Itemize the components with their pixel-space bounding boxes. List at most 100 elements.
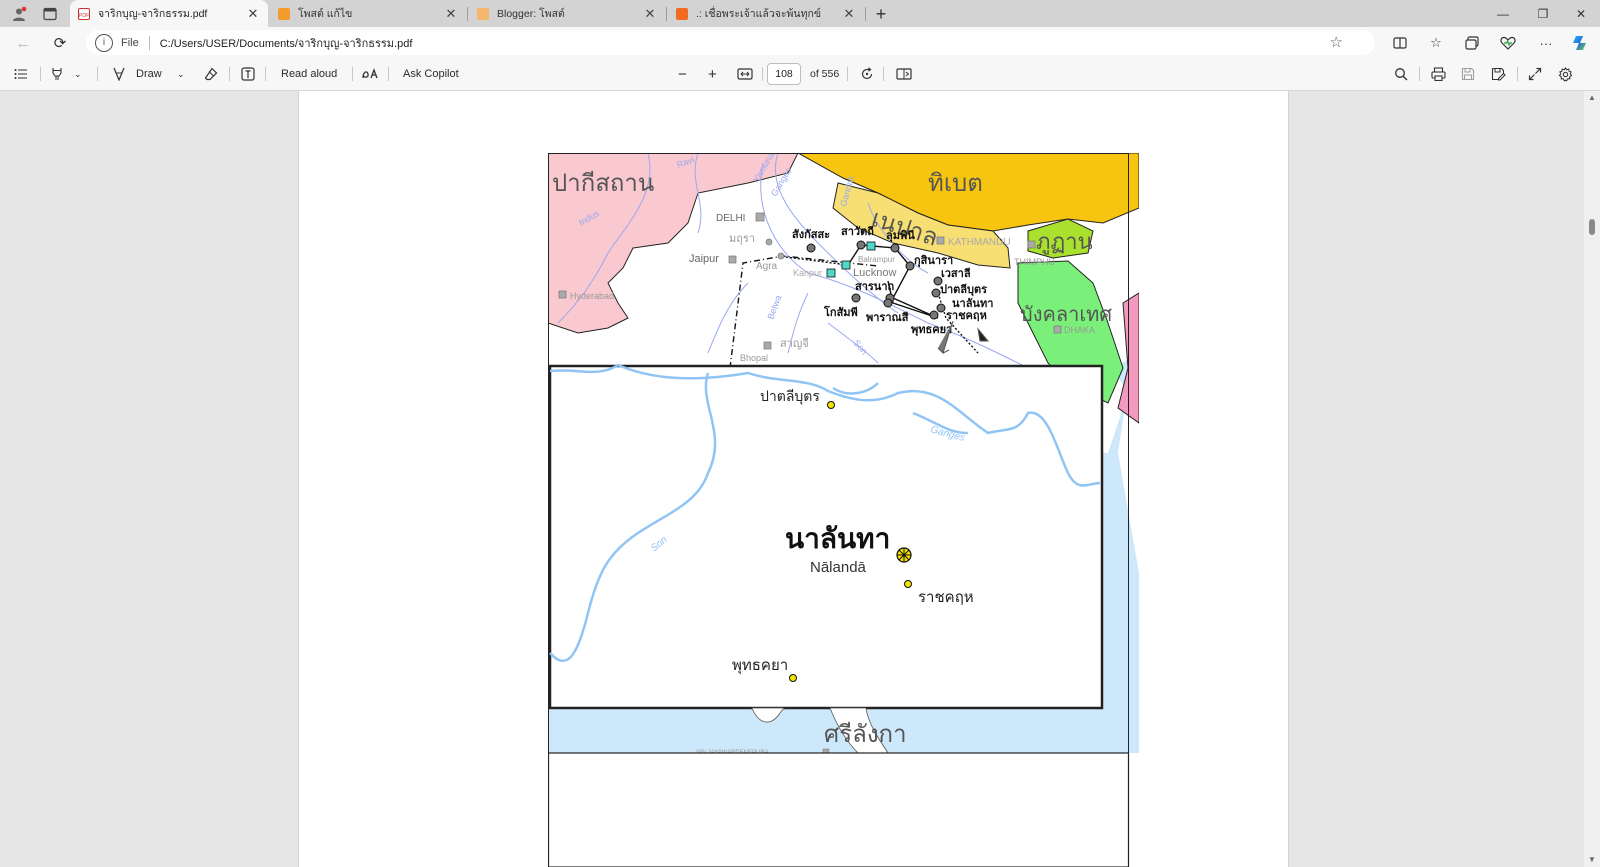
profile-icon[interactable] — [9, 4, 29, 24]
page-number-input[interactable]: 108 — [767, 63, 801, 85]
fit-to-width-icon[interactable] — [737, 65, 753, 83]
site-label: สังกัสสะ — [792, 228, 830, 241]
site-label: สารนาถ — [855, 281, 894, 293]
blogger-icon — [676, 7, 688, 20]
read-aloud-button[interactable]: Read aloud — [281, 65, 337, 83]
tab-blog[interactable]: .: เชื่อพระเจ้าแล้วจะพ้นทุกข์ ✕ — [668, 0, 864, 27]
chevron-down-icon[interactable]: ⌄ — [74, 65, 82, 83]
tab-divider — [467, 7, 468, 21]
vertical-scrollbar[interactable]: ▲ ▼ — [1584, 91, 1600, 867]
tab-strip: PDF จาริกบุญ-จาริกธรรม.pdf ✕ โพสต์ แก้ไข… — [0, 0, 1600, 27]
pdf-page: ปากีสถาน ทิเบต เนปาล ภูฏาน บังคลาเทศ Rav… — [298, 91, 1289, 867]
save-as-icon[interactable] — [1491, 65, 1506, 83]
address-bar: ← ⟳ i File C:/Users/USER/Documents/จาริก… — [0, 27, 1600, 57]
text-box-icon[interactable] — [241, 65, 255, 83]
tab-pdf[interactable]: PDF จาริกบุญ-จาริกธรรม.pdf ✕ — [70, 0, 268, 27]
back-arrow-icon[interactable]: ← — [12, 32, 34, 54]
split-screen-icon[interactable] — [1389, 32, 1411, 54]
settings-gear-icon[interactable] — [1558, 65, 1573, 83]
browser-essentials-icon[interactable] — [1497, 32, 1519, 54]
site-label: ปาตลีบุตร — [940, 283, 987, 297]
chevron-down-icon[interactable]: ⌄ — [177, 65, 185, 83]
inset-title: นาลันทา — [785, 523, 890, 554]
print-icon[interactable] — [1431, 65, 1446, 83]
scroll-down-icon[interactable]: ▼ — [1584, 853, 1600, 867]
pdf-toolbar: ⌄ Draw ⌄ Read aloud Ask Copilot − + 108 … — [0, 57, 1600, 91]
tab-blogger-edit[interactable]: โพสต์ แก้ไข ✕ — [270, 0, 466, 27]
divider — [40, 67, 41, 81]
close-icon[interactable]: ✕ — [643, 6, 657, 22]
eraser-icon[interactable] — [204, 65, 218, 83]
url-field[interactable]: i File C:/Users/USER/Documents/จาริกบุญ-… — [86, 30, 1375, 55]
tab-title: Blogger: โพสต์ — [497, 8, 565, 20]
info-icon[interactable]: i — [95, 33, 113, 52]
copilot-icon[interactable] — [1570, 32, 1592, 54]
site-label: กุสินารา — [914, 254, 953, 268]
divider — [229, 67, 230, 81]
translate-icon[interactable] — [361, 65, 379, 83]
zoom-out-icon[interactable]: − — [678, 65, 687, 83]
divider — [1517, 67, 1518, 81]
scheme-label: File — [121, 36, 139, 49]
country-label: บังคลาเทศ — [1020, 304, 1112, 326]
city-label: สาญจี — [780, 337, 809, 350]
site-label: ลุมพินี — [886, 229, 915, 243]
tab-divider — [865, 7, 866, 21]
inset-place-label: ปาตลีบุตร — [760, 388, 820, 405]
window-close-icon[interactable]: ✕ — [1562, 0, 1600, 27]
url-text[interactable]: C:/Users/USER/Documents/จาริกบุญ-จาริกธร… — [160, 34, 413, 52]
page-view-icon[interactable] — [896, 65, 912, 83]
site-label: โกสัมพี — [823, 305, 858, 319]
site-label: เวสาลี — [941, 267, 971, 280]
draw-pen-icon — [113, 67, 125, 81]
ask-copilot-button[interactable]: Ask Copilot — [403, 65, 459, 83]
inset-place-label: ราชคฤห — [918, 589, 974, 606]
highlight-icon[interactable] — [50, 65, 64, 83]
tab-title: จาริกบุญ-จาริกธรรม.pdf — [98, 8, 208, 20]
divider — [883, 67, 884, 81]
restore-icon[interactable]: ❐ — [1524, 0, 1562, 27]
contents-list-icon[interactable] — [14, 65, 28, 83]
new-tab-icon[interactable]: + — [871, 4, 891, 24]
tab-blogger-posts[interactable]: Blogger: โพสต์ ✕ — [469, 0, 665, 27]
search-icon[interactable] — [1394, 65, 1408, 83]
city-label: Balrampur — [858, 255, 895, 264]
city-label: KATHMANDU — [948, 237, 1011, 248]
scroll-up-icon[interactable]: ▲ — [1584, 91, 1600, 105]
zoom-in-icon[interactable]: + — [708, 65, 717, 83]
divider — [388, 67, 389, 81]
draw-button[interactable]: Draw — [112, 65, 162, 83]
tab-title: โพสต์ แก้ไข — [298, 8, 353, 20]
divider — [265, 67, 266, 81]
city-label: DHAKA — [1064, 325, 1095, 335]
save-icon[interactable] — [1461, 65, 1475, 83]
divider — [762, 67, 763, 81]
full-screen-icon[interactable] — [1528, 65, 1542, 83]
workspaces-icon[interactable] — [40, 4, 60, 24]
city-label: Bhopal — [740, 353, 768, 363]
tab-title: .: เชื่อพระเจ้าแล้วจะพ้นทุกข์ — [696, 8, 822, 20]
close-icon[interactable]: ✕ — [842, 6, 856, 22]
draw-label: Draw — [136, 68, 162, 80]
minimize-icon[interactable]: — — [1484, 0, 1522, 27]
refresh-icon[interactable]: ⟳ — [49, 32, 71, 54]
site-label: พาราณสี — [866, 311, 909, 324]
rotate-icon[interactable] — [860, 65, 874, 83]
site-label: ราชคฤห — [946, 310, 987, 322]
pdf-viewer[interactable]: ปากีสถาน ทิเบต เนปาล ภูฏาน บังคลาเทศ Rav… — [0, 91, 1600, 867]
page-count: of 556 — [810, 68, 840, 80]
city-label: DELHI — [716, 213, 745, 224]
favorite-star-icon[interactable]: ☆ — [1330, 33, 1343, 51]
divider — [1419, 67, 1420, 81]
favorites-icon[interactable]: ☆ — [1425, 32, 1447, 54]
close-icon[interactable]: ✕ — [246, 6, 260, 22]
close-icon[interactable]: ✕ — [444, 6, 458, 22]
more-options-icon[interactable]: ··· — [1535, 32, 1557, 54]
city-label: Lucknow — [853, 267, 896, 279]
nalanda-inset: Ganges Son ปาตลีบุตร นาลันทา Nālandā ราช… — [548, 363, 1104, 710]
blogger-icon — [278, 7, 290, 20]
collections-icon[interactable] — [1461, 32, 1483, 54]
pdf-icon: PDF — [78, 7, 90, 20]
scrollbar-thumb[interactable] — [1589, 219, 1595, 235]
blogger-icon — [477, 7, 489, 20]
